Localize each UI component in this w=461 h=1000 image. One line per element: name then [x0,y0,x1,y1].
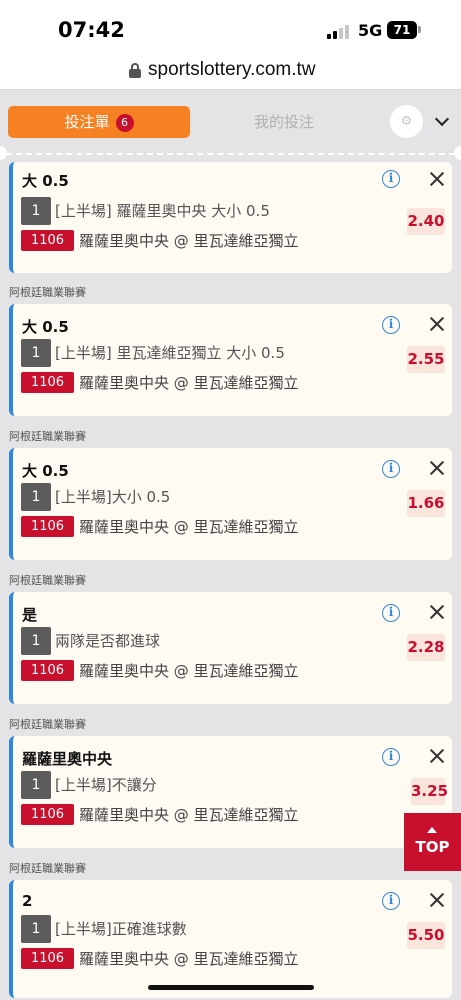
battery-icon: 71 [387,21,417,39]
home-indicator[interactable] [148,985,314,990]
signal-icon [327,25,349,39]
league-label: 阿根廷職業聯賽 [9,862,86,875]
settings-gear-icon[interactable]: ⚙ [390,105,423,138]
info-icon[interactable]: i [382,604,400,622]
odds-value[interactable]: 2.28 [407,634,445,661]
match-code: 1106 [21,804,74,825]
odds-value[interactable]: 2.40 [407,208,445,235]
bet-card: 大 0.5 i 1 [上半場]大小 0.5 1106 羅薩里奧中央 @ 里瓦達維… [9,448,452,560]
bet-market: [上半場] 羅薩里奧中央 大小 0.5 [55,202,270,220]
ticket-tear-line [6,153,455,155]
bet-card: 大 0.5 i 1 [上半場] 里瓦達維亞獨立 大小 0.5 1106 羅薩里奧… [9,304,452,416]
bet-selection: 羅薩里奧中央 [22,750,113,768]
close-icon[interactable] [427,602,447,622]
match-name: 羅薩里奧中央 @ 里瓦達維亞獨立 [79,232,299,250]
league-label: 阿根廷職業聯賽 [9,430,86,443]
bet-index: 1 [21,771,51,799]
bet-market: [上半場]大小 0.5 [55,488,171,506]
bet-selection: 2 [22,892,33,910]
bet-card: 大 0.5 i 1 [上半場] 羅薩里奧中央 大小 0.5 1106 羅薩里奧中… [9,162,452,273]
lock-icon [129,63,141,79]
bet-index: 1 [21,197,51,225]
tab-betslip-label: 投注單 [64,113,110,131]
match-code: 1106 [21,372,74,393]
match-name: 羅薩里奧中央 @ 里瓦達維亞獨立 [79,662,299,680]
close-icon[interactable] [427,890,447,910]
status-time: 07:42 [58,18,125,42]
back-to-top-button[interactable]: TOP [404,813,461,871]
match-code: 1106 [21,660,74,681]
betslip-count-badge: 6 [115,114,134,132]
status-bar: 07:42 5G 71 [0,0,461,58]
tab-betslip[interactable]: 投注單 6 [8,106,190,138]
odds-value[interactable]: 3.25 [411,778,448,805]
league-label: 阿根廷職業聯賽 [9,718,86,731]
tab-my-bets[interactable]: 我的投注 [200,106,368,138]
bet-card: 2 i 1 [上半場]正確進球數 1106 羅薩里奧中央 @ 里瓦達維亞獨立 5… [9,880,452,998]
league-label: 阿根廷職業聯賽 [9,574,86,587]
match-name: 羅薩里奧中央 @ 里瓦達維亞獨立 [79,518,299,536]
odds-value[interactable]: 1.66 [407,490,445,517]
bet-selection: 大 0.5 [22,172,69,190]
bet-market: 兩隊是否都進球 [55,632,161,650]
bet-market: [上半場]不讓分 [55,776,157,794]
bet-market: [上半場]正確進球數 [55,920,187,938]
bet-index: 1 [21,915,51,943]
match-name: 羅薩里奧中央 @ 里瓦達維亞獨立 [79,374,299,392]
bet-selection: 大 0.5 [22,462,69,480]
info-icon[interactable]: i [382,316,400,334]
back-to-top-label: TOP [415,838,450,856]
battery-tip [418,26,421,33]
match-name: 羅薩里奧中央 @ 里瓦達維亞獨立 [79,950,299,968]
bet-index: 1 [21,627,51,655]
league-label: 阿根廷職業聯賽 [9,286,86,299]
network-type: 5G [358,21,383,40]
close-icon[interactable] [427,458,447,478]
info-icon[interactable]: i [382,892,400,910]
bet-index: 1 [21,483,51,511]
bet-index: 1 [21,339,51,367]
match-code: 1106 [21,948,74,969]
url-text[interactable]: sportslottery.com.tw [148,59,316,81]
info-icon[interactable]: i [382,748,400,766]
info-icon[interactable]: i [382,170,400,188]
close-icon[interactable] [427,746,447,766]
odds-value[interactable]: 2.55 [407,346,445,373]
arrow-up-icon [427,827,437,833]
bet-card: 是 i 1 兩隊是否都進球 1106 羅薩里奧中央 @ 里瓦達維亞獨立 2.28 [9,592,452,704]
match-code: 1106 [21,230,74,251]
bet-selection: 是 [22,606,38,624]
match-code: 1106 [21,516,74,537]
odds-value[interactable]: 5.50 [407,922,445,949]
bet-card: 羅薩里奧中央 i 1 [上半場]不讓分 1106 羅薩里奧中央 @ 里瓦達維亞獨… [9,736,452,848]
bet-selection: 大 0.5 [22,318,69,336]
bet-market: [上半場] 里瓦達維亞獨立 大小 0.5 [55,344,285,362]
info-icon[interactable]: i [382,460,400,478]
ticket-notch-right [454,146,461,160]
close-icon[interactable] [427,169,447,189]
close-icon[interactable] [427,314,447,334]
match-name: 羅薩里奧中央 @ 里瓦達維亞獨立 [79,806,299,824]
